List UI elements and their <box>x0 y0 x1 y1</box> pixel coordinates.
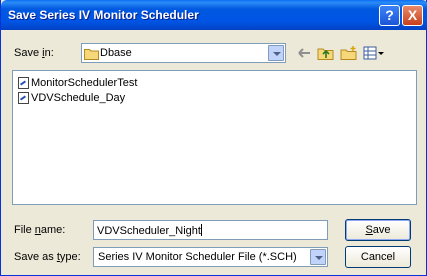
file-list[interactable]: MonitorSchedulerTest VDVSchedule_Day <box>12 70 417 205</box>
scheduler-file-icon <box>18 77 29 90</box>
view-menu-icon[interactable] <box>363 45 385 61</box>
save-in-label: Save in: <box>14 47 54 59</box>
help-button[interactable]: ? <box>379 5 400 26</box>
folder-icon <box>84 49 99 60</box>
list-item[interactable]: MonitorSchedulerTest <box>18 77 137 91</box>
save-dialog: Save Series IV Monitor Scheduler ? X Sav… <box>0 0 427 276</box>
file-name-label: File name: <box>14 224 66 236</box>
file-name-input[interactable]: VDVScheduler_Night <box>93 220 328 240</box>
text-caret <box>200 224 202 236</box>
save-in-dropdown[interactable]: Dbase <box>81 43 286 63</box>
save-in-folder: Dbase <box>100 47 132 59</box>
chevron-down-icon[interactable] <box>268 45 284 61</box>
list-item[interactable]: VDVSchedule_Day <box>18 92 125 106</box>
chevron-down-icon[interactable] <box>310 249 326 265</box>
up-folder-icon[interactable] <box>317 45 335 61</box>
save-as-type-value: Series IV Monitor Scheduler File (*.SCH) <box>98 251 297 263</box>
save-button[interactable]: Save <box>345 219 411 241</box>
window-title: Save Series IV Monitor Scheduler <box>8 8 199 22</box>
save-as-type-dropdown[interactable]: Series IV Monitor Scheduler File (*.SCH) <box>93 247 328 267</box>
title-bar[interactable]: Save Series IV Monitor Scheduler ? X <box>1 0 427 30</box>
new-folder-icon[interactable] <box>340 45 358 61</box>
save-as-type-label: Save as type: <box>14 251 81 263</box>
cancel-button[interactable]: Cancel <box>345 246 411 268</box>
scheduler-file-icon <box>18 92 29 105</box>
close-button[interactable]: X <box>402 5 423 26</box>
back-arrow-icon[interactable] <box>296 45 314 61</box>
